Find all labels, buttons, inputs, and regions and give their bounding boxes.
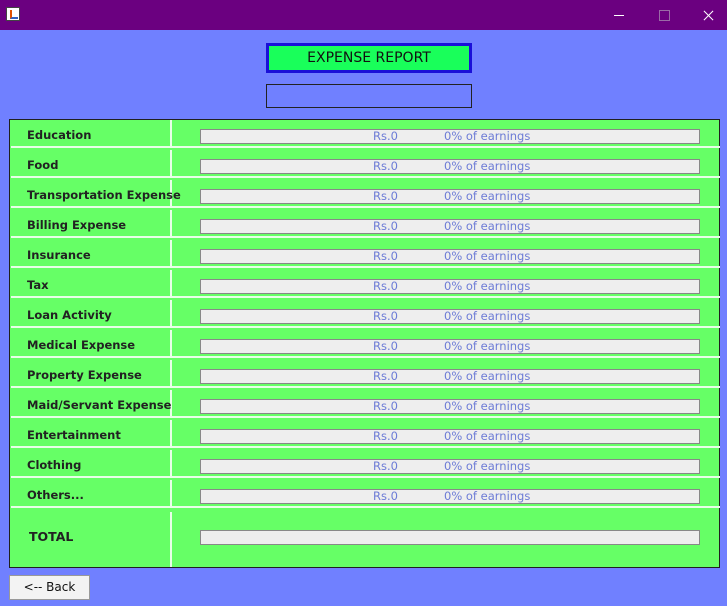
expense-row: Clothing Rs.0 0% of earnings — [11, 450, 720, 478]
java-icon — [6, 7, 20, 21]
row-divider — [170, 120, 172, 146]
expense-percent: 0% of earnings — [444, 219, 531, 233]
row-divider — [170, 300, 172, 326]
row-divider — [170, 480, 172, 506]
expense-progress-bar: Rs.0 0% of earnings — [200, 369, 700, 384]
expense-progress-bar: Rs.0 0% of earnings — [200, 159, 700, 174]
expense-label: Insurance — [27, 248, 91, 262]
expense-percent: 0% of earnings — [444, 159, 531, 173]
close-icon[interactable] — [686, 0, 727, 30]
expense-progress-bar: Rs.0 0% of earnings — [200, 219, 700, 234]
expense-amount: Rs.0 — [373, 459, 398, 473]
expense-progress-bar: Rs.0 0% of earnings — [200, 339, 700, 354]
expense-amount: Rs.0 — [373, 339, 398, 353]
expense-percent: 0% of earnings — [444, 489, 531, 503]
expense-progress-bar: Rs.0 0% of earnings — [200, 189, 700, 204]
row-divider — [170, 512, 172, 567]
total-label: TOTAL — [29, 529, 74, 544]
expense-row: Medical Expense Rs.0 0% of earnings — [11, 330, 720, 358]
expense-row: Transportation Expense Rs.0 0% of earnin… — [11, 180, 720, 208]
expense-percent: 0% of earnings — [444, 429, 531, 443]
row-divider — [170, 330, 172, 356]
expense-amount: Rs.0 — [373, 399, 398, 413]
row-divider — [170, 420, 172, 446]
expense-row: Tax Rs.0 0% of earnings — [11, 270, 720, 298]
expense-percent: 0% of earnings — [444, 339, 531, 353]
total-row: TOTAL — [11, 512, 720, 567]
expense-progress-bar: Rs.0 0% of earnings — [200, 459, 700, 474]
expense-row: Education Rs.0 0% of earnings — [11, 120, 720, 148]
expense-label: Tax — [27, 278, 49, 292]
expense-label: Billing Expense — [27, 218, 127, 232]
expense-label: Property Expense — [27, 368, 142, 382]
row-divider — [170, 150, 172, 176]
expense-label: Education — [27, 128, 92, 142]
expense-row: Billing Expense Rs.0 0% of earnings — [11, 210, 720, 238]
expense-label: Others... — [27, 488, 84, 502]
expense-row: Maid/Servant Expense Rs.0 0% of earnings — [11, 390, 720, 418]
expense-progress-bar: Rs.0 0% of earnings — [200, 249, 700, 264]
back-button[interactable]: <-- Back — [9, 575, 90, 600]
expense-row: Food Rs.0 0% of earnings — [11, 150, 720, 178]
row-divider — [170, 240, 172, 266]
row-divider — [170, 450, 172, 476]
expense-amount: Rs.0 — [373, 369, 398, 383]
expense-label: Clothing — [27, 458, 82, 472]
expense-row: Others... Rs.0 0% of earnings — [11, 480, 720, 508]
expense-percent: 0% of earnings — [444, 459, 531, 473]
expense-percent: 0% of earnings — [444, 369, 531, 383]
report-title: EXPENSE REPORT — [266, 43, 472, 73]
expense-amount: Rs.0 — [373, 489, 398, 503]
maximize-icon[interactable] — [641, 0, 687, 30]
expense-progress-bar: Rs.0 0% of earnings — [200, 309, 700, 324]
expense-row: Loan Activity Rs.0 0% of earnings — [11, 300, 720, 328]
expense-percent: 0% of earnings — [444, 309, 531, 323]
expense-amount: Rs.0 — [373, 429, 398, 443]
window-titlebar — [0, 0, 727, 30]
expense-amount: Rs.0 — [373, 219, 398, 233]
minimize-icon[interactable] — [596, 0, 642, 30]
expense-percent: 0% of earnings — [444, 399, 531, 413]
expense-panel: Education Rs.0 0% of earnings Food Rs.0 … — [9, 119, 720, 568]
row-divider — [170, 270, 172, 296]
row-divider — [170, 210, 172, 236]
expense-label: Loan Activity — [27, 308, 112, 322]
expense-label: Entertainment — [27, 428, 121, 442]
expense-amount: Rs.0 — [373, 309, 398, 323]
expense-progress-bar: Rs.0 0% of earnings — [200, 279, 700, 294]
expense-amount: Rs.0 — [373, 279, 398, 293]
expense-progress-bar: Rs.0 0% of earnings — [200, 429, 700, 444]
row-divider — [170, 360, 172, 386]
expense-label: Maid/Servant Expense — [27, 398, 172, 412]
expense-label: Food — [27, 158, 59, 172]
total-progress-bar — [200, 530, 700, 545]
expense-row: Property Expense Rs.0 0% of earnings — [11, 360, 720, 388]
expense-amount: Rs.0 — [373, 159, 398, 173]
expense-progress-bar: Rs.0 0% of earnings — [200, 399, 700, 414]
expense-amount: Rs.0 — [373, 249, 398, 263]
expense-percent: 0% of earnings — [444, 279, 531, 293]
expense-label: Medical Expense — [27, 338, 136, 352]
expense-row: Entertainment Rs.0 0% of earnings — [11, 420, 720, 448]
expense-amount: Rs.0 — [373, 189, 398, 203]
expense-percent: 0% of earnings — [444, 189, 531, 203]
expense-progress-bar: Rs.0 0% of earnings — [200, 129, 700, 144]
expense-amount: Rs.0 — [373, 129, 398, 143]
expense-progress-bar: Rs.0 0% of earnings — [200, 489, 700, 504]
expense-row: Insurance Rs.0 0% of earnings — [11, 240, 720, 268]
expense-percent: 0% of earnings — [444, 249, 531, 263]
report-subtitle-field — [266, 84, 472, 108]
expense-percent: 0% of earnings — [444, 129, 531, 143]
expense-label: Transportation Expense — [27, 188, 181, 202]
